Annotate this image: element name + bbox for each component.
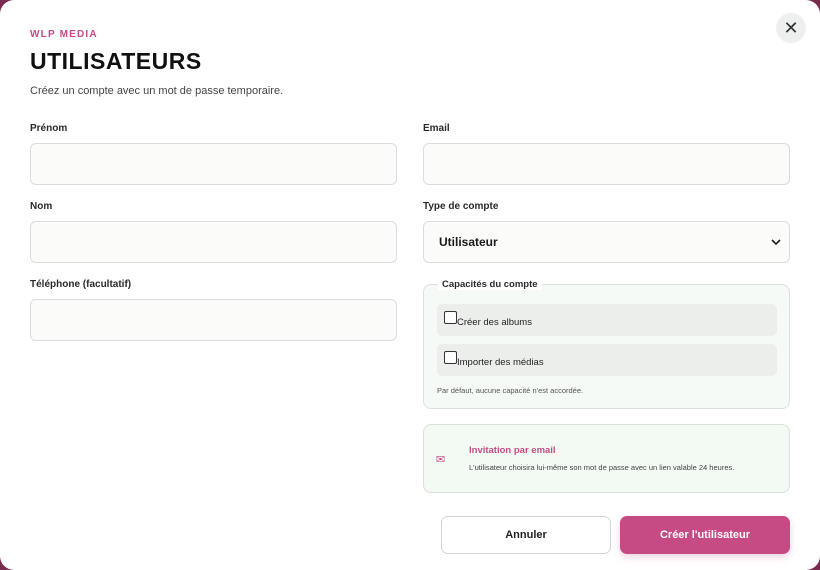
create-user-button[interactable]: Créer l'utilisateur xyxy=(620,516,790,554)
capability-import-media[interactable]: Importer des médias xyxy=(437,344,777,376)
close-icon: ✕ xyxy=(783,17,799,38)
account-type-value: Utilisateur xyxy=(439,235,498,249)
invite-title: Invitation par email xyxy=(469,445,556,456)
create-user-modal: ✕ WLP MEDIA UTILISATEURS Créez un compte… xyxy=(0,0,820,570)
email-field[interactable] xyxy=(423,143,790,185)
cancel-button[interactable]: Annuler xyxy=(441,516,611,554)
brand-label: WLP MEDIA xyxy=(30,29,98,40)
last-name-input[interactable] xyxy=(30,221,397,263)
account-type-select[interactable]: Utilisateur xyxy=(423,221,790,263)
account-type-label: Type de compte xyxy=(423,201,499,212)
first-name-label: Prénom xyxy=(30,123,68,134)
capabilities-legend: Capacités du compte xyxy=(438,279,542,290)
phone-label: Téléphone (facultatif) xyxy=(30,279,132,290)
email-invitation-panel: ✉ Invitation par email L'utilisateur cho… xyxy=(423,424,790,493)
first-name-input[interactable] xyxy=(30,143,397,185)
email-label: Email xyxy=(423,123,450,134)
capability-create-albums[interactable]: Créer des albums xyxy=(437,304,777,336)
capability-label: Importer des médias xyxy=(457,356,544,368)
import-media-checkbox[interactable] xyxy=(444,350,457,364)
capability-label: Créer des albums xyxy=(457,316,532,328)
phone-input[interactable] xyxy=(30,299,397,341)
page-title: UTILISATEURS xyxy=(30,48,202,74)
capabilities-hint: Par défaut, aucune capacité n'est accord… xyxy=(437,386,584,395)
page-subtitle: Créez un compte avec un mot de passe tem… xyxy=(30,85,284,97)
mail-icon: ✉ xyxy=(436,454,446,466)
chevron-down-icon xyxy=(771,235,781,249)
last-name-label: Nom xyxy=(30,201,53,212)
invite-text: L'utilisateur choisira lui-même son mot … xyxy=(469,463,735,472)
create-albums-checkbox[interactable] xyxy=(444,310,457,324)
capabilities-fieldset: Capacités du compte Créer des albums Imp… xyxy=(423,279,790,409)
close-button[interactable]: ✕ xyxy=(776,13,806,43)
